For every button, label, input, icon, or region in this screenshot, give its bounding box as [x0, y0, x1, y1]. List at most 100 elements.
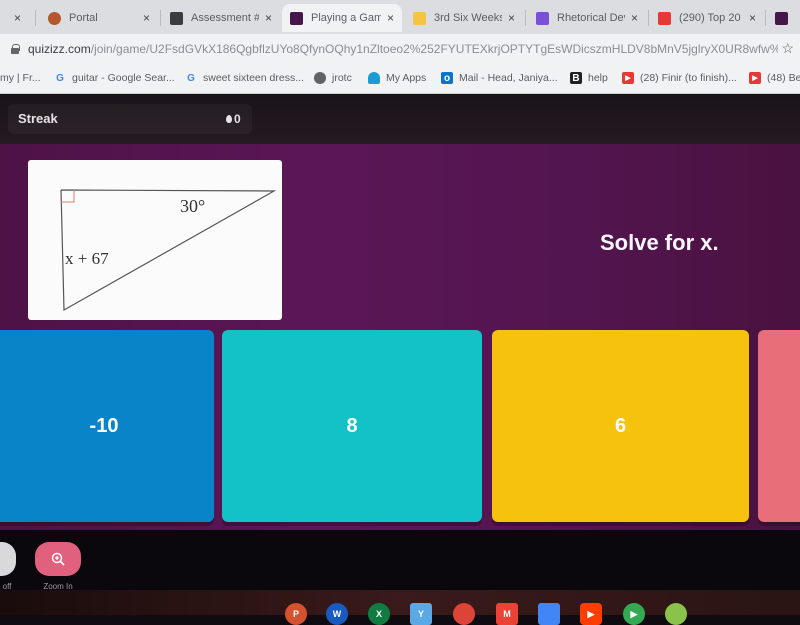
bookmark-item[interactable]: Gsweet sixteen dress...: [185, 72, 304, 84]
tab-title: Rhetorical Dev: [557, 12, 625, 24]
side-label: x + 67: [65, 249, 109, 268]
bookmark-label: jrotc: [332, 72, 352, 84]
close-tab-icon[interactable]: ×: [749, 11, 756, 25]
triangle-figure: 30° x + 67: [60, 189, 277, 312]
tab-partial[interactable]: ×: [0, 4, 34, 32]
angle-label: 30°: [180, 196, 205, 216]
bookmark-label: Mail - Head, Janiya...: [459, 72, 558, 84]
power-off-button[interactable]: [0, 542, 16, 576]
tab-3rd-six-weeks[interactable]: 3rd Six Weeks ×: [405, 4, 523, 32]
url-host: quizizz.com: [28, 42, 91, 56]
close-tab-icon[interactable]: ×: [387, 11, 394, 25]
zoom-in-icon: [51, 552, 65, 566]
bookmark-b-icon: B: [570, 72, 582, 84]
tab-title: Playing a Gam: [311, 12, 381, 24]
app-glyph: P: [292, 609, 299, 619]
quizizz-icon: [290, 11, 303, 25]
play-store-icon[interactable]: ▶: [623, 603, 645, 625]
bookmark-label: my | Fr...: [0, 72, 41, 84]
zoom-in-control[interactable]: Zoom In: [35, 542, 81, 591]
bookmark-item[interactable]: ▶ (48) Be: [749, 72, 800, 84]
streak-label: Streak: [18, 111, 58, 126]
bookmark-label: (28) Finir (to finish)...: [640, 72, 737, 84]
docs-icon[interactable]: [538, 603, 560, 625]
bookmark-item[interactable]: my | Fr...: [0, 72, 41, 84]
url-path: /join/game/U2FsdGVkX186QgbflzUYo8QfynOQh…: [90, 42, 778, 56]
close-tab-icon[interactable]: ×: [143, 11, 150, 25]
lock-icon: [10, 44, 20, 54]
answer-label: 8: [346, 414, 358, 437]
cloud-icon: [368, 72, 380, 84]
close-tab-icon[interactable]: ×: [265, 11, 272, 25]
bookmark-label: My Apps: [386, 72, 427, 84]
question-image[interactable]: 30° x + 67: [28, 160, 282, 320]
youtube-icon: ▶: [622, 72, 634, 84]
app-glyph: W: [332, 609, 342, 619]
answer-option-2[interactable]: 8: [222, 330, 482, 522]
bookmark-label: (48) Be: [767, 72, 800, 84]
slides-icon: [413, 11, 426, 25]
bookmark-label: sweet sixteen dress...: [203, 72, 304, 84]
streak-count-value: 0: [234, 112, 241, 126]
bookmark-item[interactable]: jrotc: [314, 72, 352, 84]
bookmark-item[interactable]: My Apps: [368, 72, 426, 84]
youtube-icon: ▶: [749, 72, 761, 84]
game-footer: off Zoom In: [0, 530, 800, 591]
globe-icon: [314, 72, 326, 84]
tab-assessment[interactable]: Assessment # ×: [162, 4, 280, 32]
bookmark-label: help: [588, 72, 608, 84]
app-glyph: X: [375, 609, 382, 619]
answer-label: 6: [614, 414, 627, 437]
excel-icon[interactable]: X: [368, 603, 390, 625]
avatar-icon: [48, 11, 61, 25]
close-tab-icon[interactable]: ×: [631, 11, 638, 25]
tab-strip: × Portal × Assessment # × Playing a Gam …: [0, 0, 800, 34]
powerpoint-icon[interactable]: P: [285, 603, 307, 625]
bookmark-item[interactable]: Gguitar - Google Sear...: [54, 72, 175, 84]
app-glyph: Y: [417, 609, 424, 619]
tab-partial-right[interactable]: [767, 4, 800, 32]
answer-option-4[interactable]: [758, 330, 800, 522]
tab-separator: [35, 10, 36, 26]
bookmark-star-icon[interactable]: ☆: [781, 40, 794, 57]
answer-option-3[interactable]: 6: [492, 330, 749, 522]
game-top-bar: [0, 94, 800, 144]
tab-separator: [765, 10, 766, 26]
bookmark-label: guitar - Google Sear...: [72, 72, 175, 84]
tab-title: Assessment #: [191, 12, 259, 24]
classroom-icon: [536, 11, 549, 25]
tab-title: Portal: [69, 12, 98, 24]
bookmark-item[interactable]: ▶ (28) Finir (to finish)...: [622, 72, 737, 84]
chrome-icon[interactable]: [453, 603, 475, 625]
tab-title: (290) Top 20: [679, 12, 741, 24]
bookmark-item[interactable]: o Mail - Head, Janiya...: [441, 72, 558, 84]
tab-portal[interactable]: Portal ×: [40, 4, 158, 32]
power-off-control[interactable]: off: [0, 542, 16, 591]
tab-playing-a-game[interactable]: Playing a Gam ×: [282, 4, 402, 32]
close-tab-icon[interactable]: ×: [508, 11, 515, 25]
bookmark-item[interactable]: Bhelp: [570, 72, 608, 84]
answer-option-1[interactable]: -10: [0, 330, 214, 522]
app-glyph: ▶: [630, 608, 638, 619]
tab-youtube[interactable]: (290) Top 20 ×: [650, 4, 764, 32]
streak-counter: 0: [226, 112, 241, 126]
address-bar[interactable]: quizizz.com/join/game/U2FsdGVkX186Qgbflz…: [0, 34, 800, 64]
flame-icon: [226, 115, 232, 123]
answer-label: -10: [89, 414, 119, 437]
account-box-icon: [170, 11, 183, 25]
question-text: Solve for x.: [600, 230, 719, 255]
gmail-icon[interactable]: M: [496, 603, 518, 625]
tab-rhetorical[interactable]: Rhetorical Dev ×: [528, 4, 646, 32]
right-angle-marker: [61, 190, 75, 203]
word-icon[interactable]: W: [326, 603, 348, 625]
tab-separator: [160, 10, 161, 26]
outlook-icon: o: [441, 72, 453, 84]
close-tab-icon[interactable]: ×: [14, 11, 21, 25]
app-glyph: M: [503, 609, 511, 619]
app-glyph: ▶: [587, 608, 595, 619]
app-y-icon[interactable]: Y: [410, 603, 432, 625]
app-ring-icon[interactable]: [665, 603, 687, 625]
url-field[interactable]: quizizz.com/join/game/U2FsdGVkX186Qgbflz…: [28, 42, 778, 56]
youtube-app-icon[interactable]: ▶: [580, 603, 602, 625]
zoom-in-button[interactable]: [35, 542, 81, 576]
